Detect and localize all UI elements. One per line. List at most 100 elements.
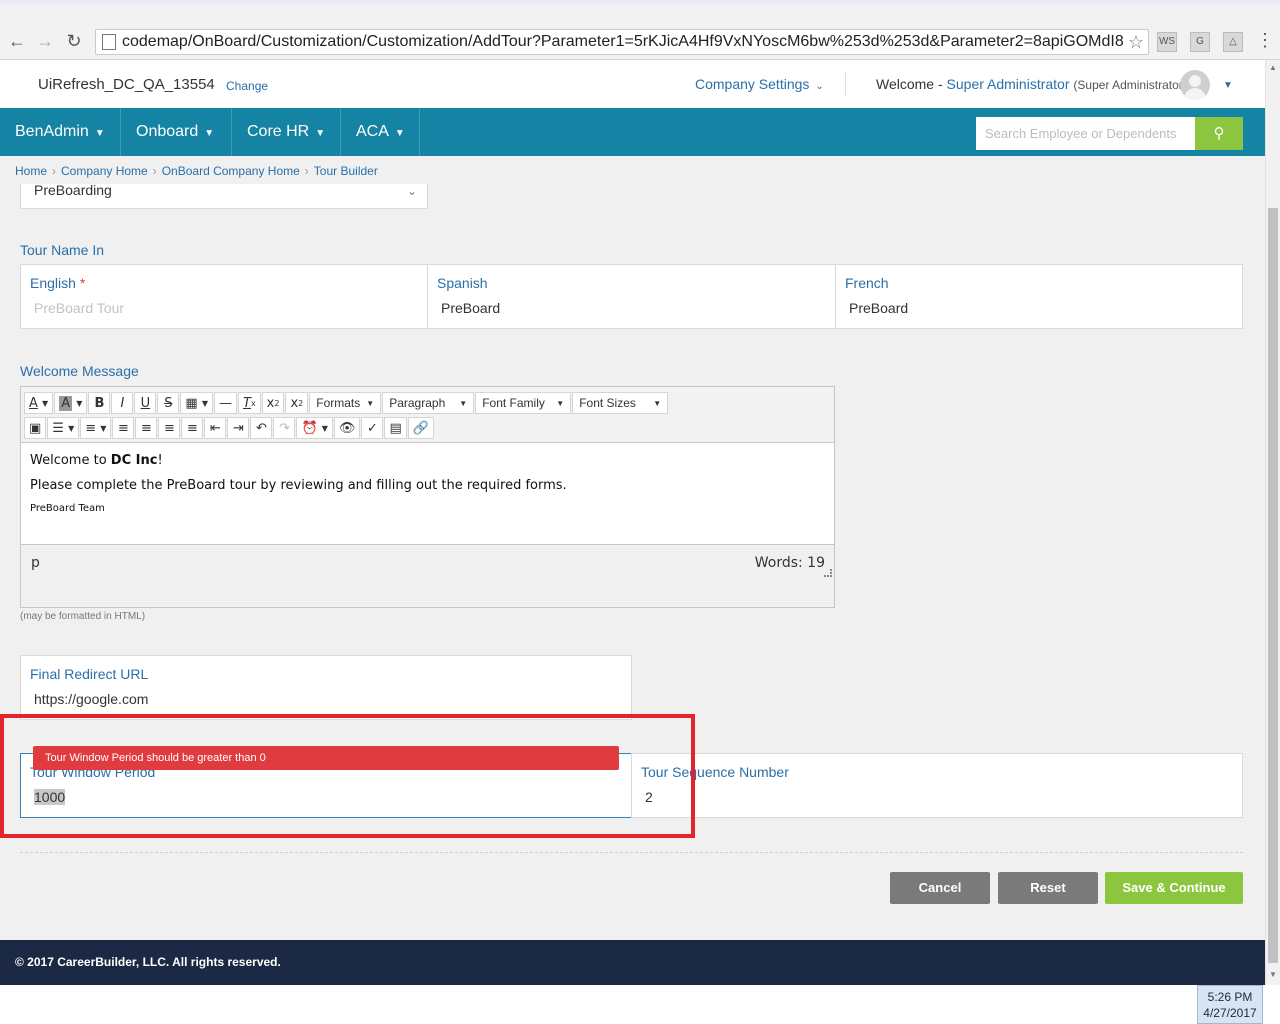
scroll-down-icon[interactable]: ▼: [1269, 970, 1277, 979]
user-role: (Super Administrator): [1073, 78, 1187, 92]
table-icon[interactable]: ▦ ▼: [180, 392, 213, 414]
resize-handle-icon[interactable]: [824, 569, 832, 577]
scroll-up-icon[interactable]: ▲: [1269, 63, 1277, 72]
breadcrumb-company-home[interactable]: Company Home: [61, 164, 148, 178]
address-bar[interactable]: codemap/OnBoard/Customization/Customizat…: [95, 29, 1149, 55]
extension-g-icon[interactable]: G: [1190, 32, 1210, 52]
font-family-dropdown[interactable]: Font Family ▼: [475, 392, 572, 414]
clear-formatting-icon[interactable]: Tx: [237, 392, 261, 414]
nav-core-hr[interactable]: Core HR ▼: [232, 108, 341, 156]
italic-icon[interactable]: I: [111, 392, 134, 414]
page-scrollbar[interactable]: ▲ ▼: [1265, 60, 1280, 985]
redo-icon[interactable]: ↷: [273, 417, 296, 439]
nav-aca[interactable]: ACA ▼: [341, 108, 420, 156]
english-label: English *: [30, 275, 85, 291]
company-settings-menu[interactable]: Company Settings ⌄: [695, 76, 824, 92]
form-divider: [20, 852, 1243, 853]
background-color-icon[interactable]: A ▼: [54, 392, 88, 414]
address-url[interactable]: codemap/OnBoard/Customization/Customizat…: [122, 33, 1124, 51]
company-settings-label: Company Settings: [695, 76, 810, 92]
bullet-list-icon[interactable]: ☰ ▼: [47, 417, 80, 439]
user-name[interactable]: Super Administrator: [947, 76, 1070, 92]
reload-icon[interactable]: ↻: [63, 30, 85, 52]
employee-search-input[interactable]: [976, 117, 1196, 150]
change-company-link[interactable]: Change: [226, 79, 268, 93]
spanish-name-field[interactable]: Spanish PreBoard: [427, 264, 836, 329]
french-name-field[interactable]: French PreBoard: [835, 264, 1243, 329]
bookmark-star-icon[interactable]: ☆: [1124, 32, 1148, 53]
indent-icon[interactable]: ⇥: [227, 417, 250, 439]
breadcrumb-home[interactable]: Home: [15, 164, 47, 178]
align-center-icon[interactable]: ≡: [135, 417, 158, 439]
paragraph-dropdown-label: Paragraph: [389, 396, 446, 410]
extension-ws-icon[interactable]: WS: [1157, 32, 1177, 52]
welcome-text: Welcome - Super Administrator (Super Adm…: [876, 76, 1187, 92]
user-menu-caret-icon[interactable]: ▼: [1223, 80, 1233, 91]
chevron-down-icon: ▼: [394, 128, 405, 139]
tour-sequence-number-field[interactable]: Tour Sequence Number 2: [631, 753, 1243, 818]
breadcrumb-onboard-company-home[interactable]: OnBoard Company Home: [162, 164, 300, 178]
editor-statusbar: p Words: 19: [21, 544, 834, 607]
preview-icon[interactable]: 👁: [333, 417, 361, 439]
spellcheck-icon[interactable]: ✓: [361, 417, 384, 439]
search-icon: ⚲: [1213, 125, 1225, 142]
caret-down-icon: ▼: [556, 398, 565, 408]
cancel-button[interactable]: Cancel: [890, 872, 990, 904]
scroll-thumb[interactable]: [1268, 208, 1278, 963]
avatar[interactable]: [1180, 70, 1210, 100]
browser-chrome: ← → ↻ codemap/OnBoard/Customization/Cust…: [0, 0, 1280, 60]
breadcrumb-separator: ›: [152, 164, 157, 178]
nav-onboard-label: Onboard: [136, 123, 199, 140]
subscript-icon[interactable]: x2: [261, 392, 285, 414]
paragraph-dropdown[interactable]: Paragraph ▼: [382, 392, 475, 414]
welcome-message-title: Welcome Message: [20, 363, 139, 379]
numbered-list-icon[interactable]: ≡ ▼: [80, 417, 112, 439]
insert-datetime-icon[interactable]: ⏰ ▼: [296, 417, 333, 439]
breadcrumb: Home › Company Home › OnBoard Company Home › T…: [0, 156, 1265, 184]
welcome-message-editor[interactable]: A ▼ A ▼ B I U S ▦ ▼ — Tx x2 x2 Formats ▼ …: [20, 386, 835, 608]
horizontal-rule-icon[interactable]: —: [213, 392, 237, 414]
undo-icon[interactable]: ↶: [250, 417, 273, 439]
tour-type-select[interactable]: PreBoarding ⌄: [20, 182, 428, 209]
editor-toolbar-row-1: A ▼ A ▼ B I U S ▦ ▼ — Tx x2 x2 Formats ▼ …: [24, 391, 669, 415]
back-icon[interactable]: ←: [6, 30, 28, 52]
browser-top-strip: [0, 0, 1280, 4]
editor-element-path[interactable]: p: [31, 555, 40, 571]
save-continue-button[interactable]: Save & Continue: [1105, 872, 1243, 904]
search-button[interactable]: ⚲: [1195, 117, 1243, 150]
text-color-icon[interactable]: A ▼: [24, 392, 54, 414]
reset-button[interactable]: Reset: [998, 872, 1098, 904]
nav-benadmin[interactable]: BenAdmin ▼: [0, 108, 121, 156]
find-replace-icon[interactable]: ▣: [24, 417, 47, 439]
font-sizes-dropdown[interactable]: Font Sizes ▼: [572, 392, 669, 414]
editor-line-instructions: Please complete the PreBoard tour by rev…: [30, 478, 567, 493]
strikethrough-icon[interactable]: S: [157, 392, 180, 414]
align-right-icon[interactable]: ≡: [158, 417, 181, 439]
main-content: PreBoarding ⌄ Tour Name In English * PreB…: [0, 182, 1265, 940]
page-break-icon[interactable]: ▤: [384, 417, 407, 439]
bold-icon[interactable]: B: [88, 392, 111, 414]
underline-icon[interactable]: U: [134, 392, 157, 414]
editor-toolbar-row-2: ▣ ☰ ▼ ≡ ▼ ≡ ≡ ≡ ≡ ⇤ ⇥ ↶ ↷ ⏰ ▼ 👁 ✓ ▤ 🔗: [24, 416, 435, 440]
align-left-icon[interactable]: ≡: [112, 417, 135, 439]
nav-onboard[interactable]: Onboard ▼: [121, 108, 232, 156]
formats-dropdown[interactable]: Formats ▼: [309, 392, 382, 414]
superscript-icon[interactable]: x2: [285, 392, 309, 414]
editor-content[interactable]: Welcome to DC Inc! Please complete the P…: [21, 443, 834, 543]
link-icon[interactable]: 🔗: [407, 417, 434, 439]
taskbar-clock[interactable]: 5:26 PM 4/27/2017: [1197, 985, 1263, 1024]
final-redirect-url-field[interactable]: Final Redirect URL https://google.com: [20, 655, 632, 720]
browser-menu-icon[interactable]: ⋮: [1256, 30, 1274, 50]
align-justify-icon[interactable]: ≡: [181, 417, 204, 439]
font-sizes-dropdown-label: Font Sizes: [579, 396, 636, 410]
outdent-icon[interactable]: ⇤: [204, 417, 227, 439]
forward-icon[interactable]: →: [34, 30, 56, 52]
english-name-field[interactable]: English * PreBoard Tour: [20, 264, 428, 329]
extension-pdf-icon[interactable]: △: [1223, 32, 1243, 52]
editor-toolbar: A ▼ A ▼ B I U S ▦ ▼ — Tx x2 x2 Formats ▼ …: [21, 387, 834, 443]
redirect-label: Final Redirect URL: [30, 666, 149, 682]
breadcrumb-tour-builder[interactable]: Tour Builder: [314, 164, 378, 178]
copyright-text: © 2017 CareerBuilder, LLC. All rights re…: [15, 955, 281, 969]
editor-word-count: Words: 19: [754, 555, 825, 571]
os-taskbar: 5:26 PM 4/27/2017: [0, 985, 1280, 1024]
